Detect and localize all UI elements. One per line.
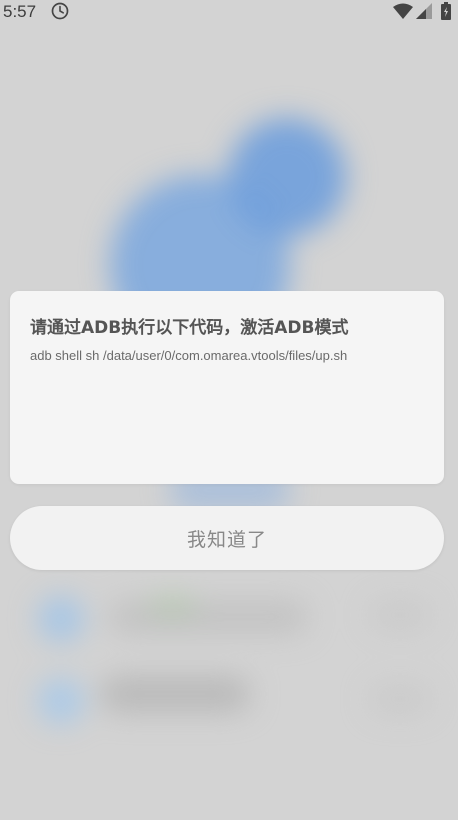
battery-icon	[441, 2, 451, 20]
status-time: 5:57	[3, 2, 37, 21]
status-bar: 5:57	[0, 0, 458, 24]
blurred-blue-circle-small	[228, 118, 346, 236]
dialog-title: 请通过ADB执行以下代码，激活ADB模式	[30, 318, 349, 338]
dialog-message: adb shell sh /data/user/0/com.omarea.vto…	[30, 348, 348, 363]
blurred-list-icon-2	[38, 678, 84, 724]
adb-dialog: 请通过ADB执行以下代码，激活ADB模式 adb shell sh /data/…	[10, 291, 444, 484]
wifi-icon	[393, 3, 413, 19]
blurred-list-side-1	[370, 600, 430, 630]
blurred-list-side-2	[370, 684, 430, 714]
acknowledge-button[interactable]: 我知道了	[10, 506, 444, 570]
blurred-list-text-1	[108, 600, 308, 634]
blurred-list-text-2	[100, 676, 250, 712]
clock-icon	[51, 2, 69, 20]
blurred-list-icon-1	[38, 596, 84, 642]
signal-icon	[416, 3, 432, 19]
blurred-list-accent-1	[150, 598, 195, 612]
